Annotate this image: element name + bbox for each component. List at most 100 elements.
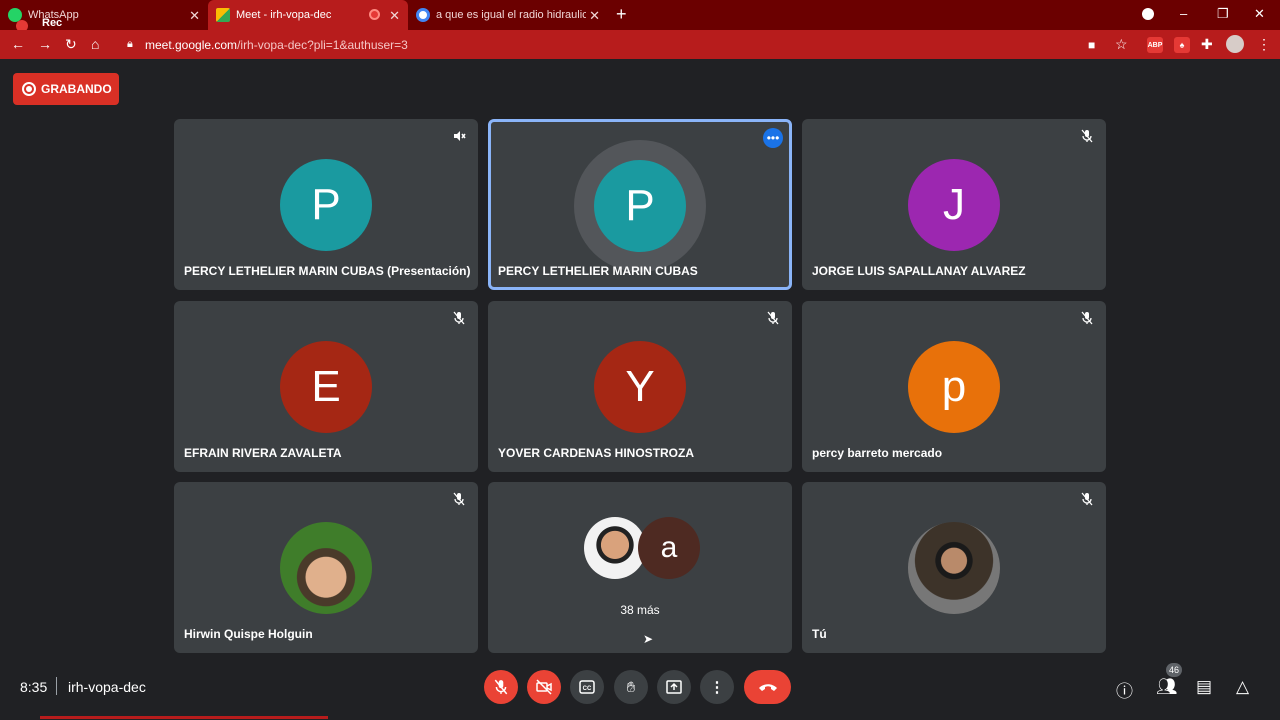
tab-whatsapp[interactable]: WhatsApp ✕ — [8, 0, 208, 30]
avatar: a — [638, 517, 700, 579]
participant-photo — [908, 522, 1000, 614]
mic-off-icon — [1081, 492, 1093, 506]
avatar: Y — [594, 341, 686, 433]
speaker-off-icon — [454, 131, 466, 141]
back-icon[interactable]: ← — [11, 36, 25, 52]
participant-tile-active[interactable]: P ••• PERCY LETHELIER MARIN CUBAS — [488, 119, 792, 290]
recording-badge: GRABANDO — [13, 73, 119, 105]
people-icon[interactable]: 👥︎ — [1156, 677, 1178, 697]
participant-tile[interactable]: Y YOVER CARDENAS HINOSTROZA — [488, 301, 792, 472]
url-path: /irh-vopa-dec?pli=1&authuser=3 — [237, 38, 408, 52]
cam-off-icon — [536, 679, 552, 695]
participant-tile[interactable]: J JORGE LUIS SAPALLANAY ALVAREZ — [802, 119, 1106, 290]
mic-icon — [494, 679, 508, 695]
close-icon[interactable]: ✕ — [589, 8, 600, 24]
participant-name: Tú — [812, 627, 827, 641]
rec-overlay: Rec — [42, 17, 63, 29]
participant-name: percy barreto mercado — [812, 446, 943, 460]
forward-icon[interactable]: → — [38, 36, 52, 52]
chat-icon[interactable]: ▤ — [1196, 677, 1212, 697]
window-close-icon[interactable]: ✕ — [1254, 6, 1265, 22]
recording-label: GRABANDO — [41, 82, 112, 96]
tab-search-icon[interactable] — [1142, 8, 1154, 20]
lock-icon[interactable]: 🔒︎ — [127, 38, 133, 51]
participant-name: JORGE LUIS SAPALLANAY ALVAREZ — [812, 264, 1026, 278]
participant-tile[interactable]: Hirwin Quispe Holguin — [174, 482, 478, 653]
extension-icon[interactable]: ♠ — [1174, 37, 1190, 53]
new-tab-button[interactable]: + — [616, 4, 627, 25]
avatar: P — [280, 159, 372, 251]
mouse-cursor-icon: ➤ — [643, 632, 654, 646]
participant-photo — [584, 517, 646, 579]
participant-name: YOVER CARDENAS HINOSTROZA — [498, 446, 695, 460]
more-dots-icon[interactable]: ••• — [763, 128, 783, 148]
close-icon[interactable]: ✕ — [389, 8, 400, 24]
avatar: E — [280, 341, 372, 433]
meet-stage: GRABANDO P PERCY LETHELIER MARIN CUBAS (… — [0, 59, 1280, 720]
avatar: p — [908, 341, 1000, 433]
camera-icon[interactable]: ■ — [1088, 38, 1095, 52]
participant-tile[interactable]: p percy barreto mercado — [802, 301, 1106, 472]
leave-call-button[interactable] — [744, 670, 791, 704]
mic-off-icon — [453, 311, 465, 325]
more-vert-icon: ⋮ — [709, 679, 725, 696]
adblock-extension[interactable]: ABP — [1147, 37, 1163, 53]
raise-hand-button[interactable]: ✋︎ — [614, 670, 648, 704]
home-icon[interactable]: ⌂ — [91, 36, 99, 52]
star-icon[interactable]: ☆ — [1115, 36, 1128, 53]
divider — [56, 677, 57, 695]
participants-count-badge: 46 — [1166, 663, 1182, 677]
participant-tile[interactable]: E EFRAIN RIVERA ZAVALETA — [174, 301, 478, 472]
tab-search[interactable]: a que es igual el radio hidraulico ✕ — [408, 0, 608, 30]
google-icon — [416, 8, 430, 22]
hand-icon: ✋︎ — [626, 678, 636, 696]
participant-name: PERCY LETHELIER MARIN CUBAS — [498, 264, 698, 278]
mic-off-icon — [767, 311, 779, 325]
mic-off-icon — [1081, 311, 1093, 325]
url-host: meet.google.com — [145, 38, 238, 52]
participant-photo — [280, 522, 372, 614]
browser-toolbar: ← → ↻ ⌂ 🔒︎ meet.google.com/irh-vopa-dec?… — [0, 30, 1280, 59]
participant-name: EFRAIN RIVERA ZAVALETA — [184, 446, 342, 460]
reload-icon[interactable]: ↻ — [65, 36, 77, 53]
avatar: J — [908, 159, 1000, 251]
close-icon[interactable]: ✕ — [189, 8, 200, 24]
meeting-clock: 8:35 — [20, 679, 48, 695]
puzzle-icon[interactable]: ✚ — [1201, 36, 1213, 53]
mic-toggle-button[interactable] — [484, 670, 518, 704]
tab-title: a que es igual el radio hidraulico — [436, 9, 586, 21]
present-button[interactable] — [657, 670, 691, 704]
meeting-code: irh-vopa-dec — [68, 679, 146, 695]
more-participants-tile[interactable]: a 38 más ➤ — [488, 482, 792, 653]
minimize-icon[interactable]: – — [1180, 6, 1187, 21]
video-progress-bar — [40, 716, 328, 719]
more-options-button[interactable]: ⋮ — [700, 670, 734, 704]
captions-icon: CC — [579, 680, 595, 694]
tab-meet[interactable]: Meet - irh-vopa-dec ✕ — [208, 0, 408, 30]
participant-tile[interactable]: P PERCY LETHELIER MARIN CUBAS (Presentac… — [174, 119, 478, 290]
svg-text:CC: CC — [583, 686, 592, 692]
avatar: P — [594, 160, 686, 252]
address-bar[interactable]: meet.google.com/irh-vopa-dec?pli=1&authu… — [145, 38, 408, 52]
present-icon — [666, 680, 682, 694]
camera-toggle-button[interactable] — [527, 670, 561, 704]
meet-icon — [216, 8, 230, 22]
restore-icon[interactable]: ❐ — [1217, 6, 1229, 22]
meeting-controls-bar: 8:35 irh-vopa-dec CC ✋︎ ⋮ ⓘ 👥︎ 46 ▤ △ — [0, 659, 1280, 720]
tab-title: Meet - irh-vopa-dec — [236, 9, 332, 21]
record-icon — [22, 82, 36, 96]
hangup-icon — [758, 684, 777, 691]
profile-icon[interactable] — [1226, 35, 1244, 53]
info-icon[interactable]: ⓘ — [1116, 677, 1133, 702]
browser-tab-strip: WhatsApp ✕ Rec Meet - irh-vopa-dec ✕ a q… — [0, 0, 1280, 32]
recording-indicator-icon — [369, 9, 380, 20]
captions-button[interactable]: CC — [570, 670, 604, 704]
participant-name: PERCY LETHELIER MARIN CUBAS (Presentació… — [184, 264, 471, 278]
mic-off-icon — [453, 492, 465, 506]
self-tile[interactable]: Tú — [802, 482, 1106, 653]
more-participants-label: 38 más — [620, 603, 660, 617]
participant-name: Hirwin Quispe Holguin — [184, 627, 313, 641]
mic-off-icon — [1081, 129, 1093, 143]
activities-icon[interactable]: △ — [1236, 677, 1249, 697]
menu-icon[interactable]: ⋮ — [1257, 36, 1271, 53]
